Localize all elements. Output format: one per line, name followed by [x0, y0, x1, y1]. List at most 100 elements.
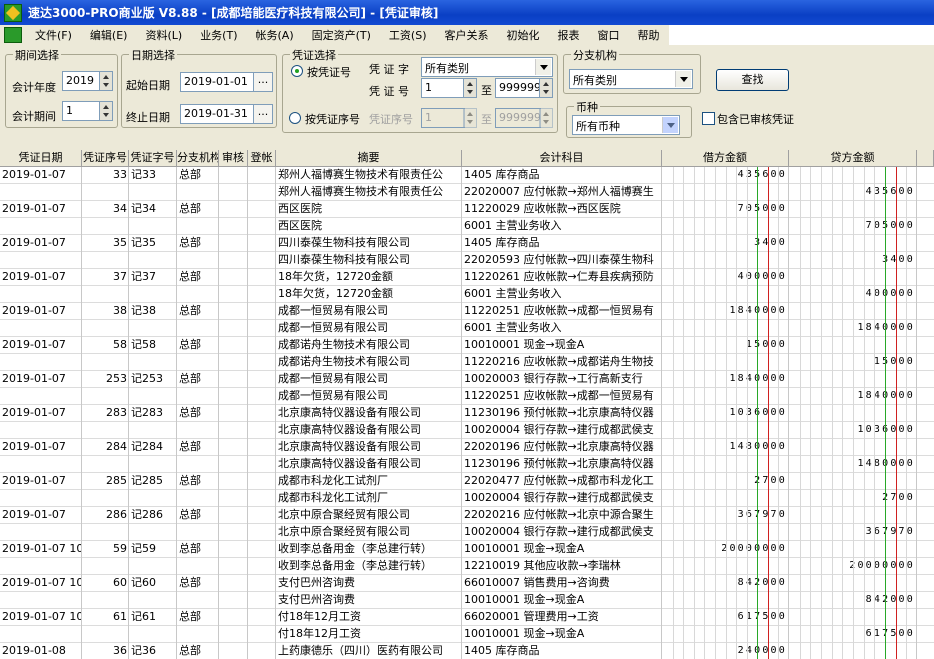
digit-divider: [896, 167, 897, 659]
table-row[interactable]: 郑州人福博赛生物技术有限责任公 22020007 应付帐款→郑州人福博赛生 4356…: [0, 184, 934, 201]
fiscal-year-input[interactable]: 2019: [62, 71, 104, 91]
cell-no: 记284: [131, 440, 163, 453]
menu-reports[interactable]: 报表: [549, 27, 589, 43]
table-row[interactable]: 成都诺舟生物技术有限公司 11220216 应收帐款→成都诺舟生物技 15000: [0, 354, 934, 371]
by-voucher-seq-radio[interactable]: [289, 112, 301, 124]
cell-date: [0, 592, 82, 609]
table-row[interactable]: 2019-01-07 283 记283 总部 北京康高特仪器设备有限公司 11230196…: [0, 405, 934, 422]
col-header-branch[interactable]: 分支机构: [177, 150, 219, 167]
table-row[interactable]: 2019-01-07 58 记58 总部 成都诺舟生物技术有限公司 10010001 现金…: [0, 337, 934, 354]
table-row[interactable]: 2019-01-07 284 记284 总部 北京康高特仪器设备有限公司 22020196…: [0, 439, 934, 456]
table-row[interactable]: 2019-01-07 37 记37 总部 18年欠货，12720金额 11220261 应…: [0, 269, 934, 286]
branch-select[interactable]: 所有类别: [569, 69, 693, 89]
table-row[interactable]: 2019-01-07 35 记35 总部 四川泰葆生物科技有限公司 1405 库存商品 34…: [0, 235, 934, 252]
col-header-account[interactable]: 会计科目: [462, 150, 662, 167]
menu-data[interactable]: 资料(L): [136, 27, 191, 43]
voucher-seq-from-input[interactable]: 1: [421, 108, 465, 128]
voucher-seq-from-spinner[interactable]: [463, 108, 477, 128]
menu-business[interactable]: 业务(T): [191, 27, 246, 43]
col-header-debit[interactable]: 借方金额: [662, 150, 789, 167]
cell-branch: [177, 524, 219, 541]
chevron-down-icon[interactable]: [675, 71, 691, 87]
cell-summary: 18年欠货，12720金额: [278, 287, 393, 300]
cell-branch: 总部: [179, 338, 201, 351]
table-row[interactable]: 成都一恒贸易有限公司 11220251 应收帐款→成都一恒贸易有 1840000: [0, 388, 934, 405]
table-row[interactable]: 北京康高特仪器设备有限公司 10020004 银行存款→建行成都武侯支 103600…: [0, 422, 934, 439]
start-date-picker-button[interactable]: ...: [253, 72, 273, 92]
voucher-no-to-spinner[interactable]: [539, 78, 553, 98]
currency-select[interactable]: 所有币种: [572, 115, 680, 135]
table-row[interactable]: 2019-01-07 34 记34 总部 西区医院 11220029 应收帐款→西区医院 7…: [0, 201, 934, 218]
col-header-summary[interactable]: 摘要: [276, 150, 462, 167]
table-row[interactable]: 四川泰葆生物科技有限公司 22020593 应付帐款→四川泰葆生物科 3400: [0, 252, 934, 269]
chevron-down-icon[interactable]: [535, 59, 551, 75]
cell-summary: 成都一恒贸易有限公司: [278, 389, 388, 402]
table-row[interactable]: 2019-01-07 38 记38 总部 成都一恒贸易有限公司 11220251 应收帐款…: [0, 303, 934, 320]
table-row[interactable]: 2019-01-07 286 记286 总部 北京中原合聚经贸有限公司 22020216 …: [0, 507, 934, 524]
table-row[interactable]: 18年欠货，12720金额 6001 主营业务收入 400000: [0, 286, 934, 303]
table-row[interactable]: 2019-01-07 285 记285 总部 成都市科龙化工试剂厂 22020477 应付…: [0, 473, 934, 490]
col-header-no[interactable]: 凭证字号: [129, 150, 177, 167]
menu-edit[interactable]: 编辑(E): [81, 27, 137, 43]
menu-payroll[interactable]: 工资(S): [380, 27, 436, 43]
cell-branch: 总部: [179, 372, 201, 385]
voucher-no-to-input[interactable]: 999999: [495, 78, 541, 98]
table-row[interactable]: 付18年12月工资 10010001 现金→现金A 617500: [0, 626, 934, 643]
cell-summary: 四川泰葆生物科技有限公司: [278, 236, 410, 249]
end-date-input[interactable]: 2019-01-31: [180, 104, 255, 124]
start-date-input[interactable]: 2019-01-01: [180, 72, 255, 92]
cell-seq: [82, 626, 129, 643]
table-row[interactable]: 2019-01-08 36 记36 总部 上药康德乐（四川）医药有限公司 1405 库存商…: [0, 643, 934, 659]
voucher-word-label: 凭 证 字: [369, 63, 409, 76]
voucher-no-from-spinner[interactable]: [463, 78, 477, 98]
cell-seq: 59: [113, 542, 127, 555]
cell-account: 6001 主营业务收入: [464, 287, 562, 300]
menu-window[interactable]: 窗口: [589, 27, 629, 43]
menu-init[interactable]: 初始化: [498, 27, 549, 43]
cell-branch: [177, 320, 219, 337]
table-row[interactable]: 支付巴州咨询费 10010001 现金→现金A 842000: [0, 592, 934, 609]
chevron-down-icon[interactable]: [662, 117, 678, 133]
voucher-seq-to-label: 至: [481, 113, 492, 126]
branch-group-title: 分支机构: [571, 47, 619, 63]
col-header-date[interactable]: 凭证日期: [0, 150, 82, 167]
menu-accounts[interactable]: 帐务(A): [247, 27, 303, 43]
menu-fixed-assets[interactable]: 固定资产(T): [303, 27, 380, 43]
table-row[interactable]: 2019-01-07 253 记253 总部 成都一恒贸易有限公司 10020003 银行…: [0, 371, 934, 388]
by-voucher-no-radio[interactable]: [291, 65, 303, 77]
menu-crm[interactable]: 客户关系: [436, 27, 498, 43]
table-row[interactable]: 成都市科龙化工试剂厂 10020004 银行存款→建行成都武侯支 2700: [0, 490, 934, 507]
table-row[interactable]: 北京中原合聚经贸有限公司 10020004 银行存款→建行成都武侯支 367970: [0, 524, 934, 541]
table-row[interactable]: 西区医院 6001 主营业务收入 705000: [0, 218, 934, 235]
voucher-grid[interactable]: 凭证日期 凭证序号 凭证字号 分支机构 审核 登帐 摘要 会计科目 借方金额 贷…: [0, 150, 934, 659]
voucher-no-from-input[interactable]: 1: [421, 78, 465, 98]
fiscal-year-spinner[interactable]: [99, 71, 113, 91]
table-row[interactable]: 收到李总备用金（李总建行转） 12210019 其他应收款→李瑞林 20000000: [0, 558, 934, 575]
menu-file[interactable]: 文件(F): [26, 27, 81, 43]
voucher-seq-to-input[interactable]: 999999: [495, 108, 541, 128]
cell-account: 22020477 应付帐款→成都市科龙化工: [464, 474, 654, 487]
include-audited-checkbox[interactable]: [702, 112, 715, 125]
col-header-post[interactable]: 登帐: [248, 150, 276, 167]
fiscal-period-input[interactable]: 1: [62, 101, 104, 121]
col-header-credit[interactable]: 贷方金额: [789, 150, 917, 167]
table-row[interactable]: 2019-01-07 10 59 记59 总部 收到李总备用金（李总建行转） 100100…: [0, 541, 934, 558]
table-row[interactable]: 北京康高特仪器设备有限公司 11230196 预付帐款→北京康高特仪器 148000…: [0, 456, 934, 473]
cell-account: 11230196 预付帐款→北京康高特仪器: [464, 406, 654, 419]
voucher-seq-to-spinner[interactable]: [539, 108, 553, 128]
table-row[interactable]: 2019-01-07 33 记33 总部 郑州人福博赛生物技术有限责任公 1405 库存商…: [0, 167, 934, 184]
date-group-title: 日期选择: [129, 47, 177, 63]
table-row[interactable]: 2019-01-07 10 61 记61 总部 付18年12月工资 66020001 管理…: [0, 609, 934, 626]
table-row[interactable]: 2019-01-07 10 60 记60 总部 支付巴州咨询费 66010007 销售费用…: [0, 575, 934, 592]
document-icon[interactable]: [4, 27, 22, 43]
end-date-picker-button[interactable]: ...: [253, 104, 273, 124]
search-button[interactable]: 查找: [716, 69, 789, 91]
col-header-seq[interactable]: 凭证序号: [82, 150, 129, 167]
voucher-word-select[interactable]: 所有类别: [421, 57, 553, 77]
menu-help[interactable]: 帮助: [629, 27, 669, 43]
digit-divider: [842, 167, 843, 659]
cell-summary: 付18年12月工资: [278, 610, 361, 623]
col-header-audit[interactable]: 审核: [219, 150, 248, 167]
table-row[interactable]: 成都一恒贸易有限公司 6001 主营业务收入 1840000: [0, 320, 934, 337]
fiscal-period-spinner[interactable]: [99, 101, 113, 121]
